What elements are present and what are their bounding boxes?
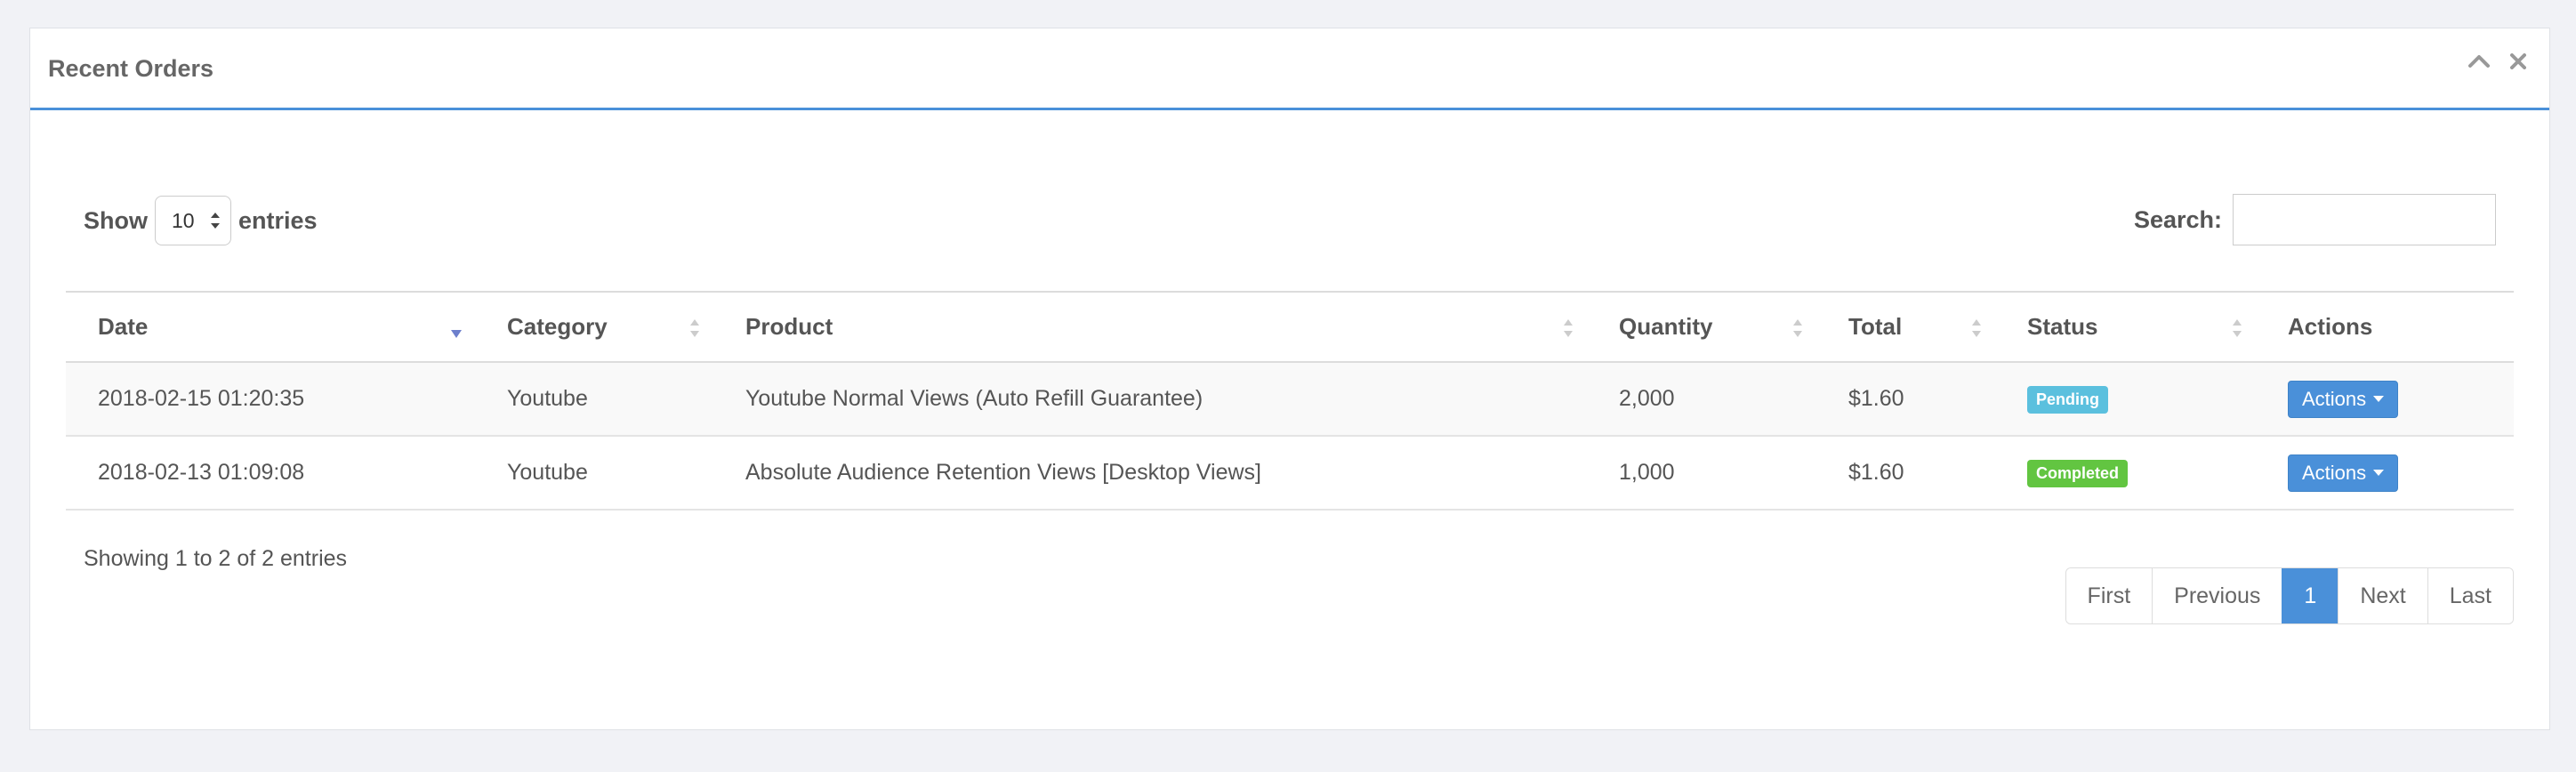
table-header-row: Date Category Product Quantity Total Sta… bbox=[66, 291, 2514, 363]
cell-actions: Actions bbox=[2256, 436, 2514, 511]
column-label: Quantity bbox=[1619, 313, 1713, 340]
table-row: 2018-02-15 01:20:35 Youtube Youtube Norm… bbox=[66, 362, 2514, 437]
pagination-previous[interactable]: Previous bbox=[2152, 568, 2282, 623]
column-header-category[interactable]: Category bbox=[475, 291, 713, 363]
column-label: Total bbox=[1848, 313, 1903, 340]
cell-category: Youtube bbox=[475, 436, 713, 511]
cell-date: 2018-02-15 01:20:35 bbox=[66, 362, 475, 437]
column-header-date[interactable]: Date bbox=[66, 291, 475, 363]
pagination-first[interactable]: First bbox=[2065, 568, 2153, 623]
actions-dropdown-button[interactable]: Actions bbox=[2288, 380, 2399, 418]
page-length-value: 10 bbox=[172, 208, 195, 232]
table-info: Showing 1 to 2 of 2 entries bbox=[84, 546, 348, 571]
sort-desc-icon bbox=[451, 330, 462, 338]
search-label: Search: bbox=[2133, 205, 2222, 233]
column-label: Actions bbox=[2288, 313, 2373, 340]
show-label: Show bbox=[84, 206, 148, 234]
status-badge: Pending bbox=[2027, 385, 2108, 414]
panel-tools bbox=[2466, 48, 2532, 75]
sort-icon bbox=[1972, 319, 1981, 337]
cell-product: Absolute Audience Retention Views [Deskt… bbox=[713, 436, 1587, 511]
search-control: Search: bbox=[2134, 194, 2496, 245]
status-badge: Completed bbox=[2027, 459, 2129, 487]
cell-status: Pending bbox=[1995, 362, 2256, 437]
table-row: 2018-02-13 01:09:08 Youtube Absolute Aud… bbox=[66, 436, 2514, 511]
column-header-product[interactable]: Product bbox=[713, 291, 1587, 363]
recent-orders-panel: Recent Orders Show 10 entries Search: Da… bbox=[29, 28, 2550, 730]
pagination-last[interactable]: Last bbox=[2427, 568, 2513, 623]
column-header-status[interactable]: Status bbox=[1995, 291, 2256, 363]
cell-quantity: 2,000 bbox=[1587, 362, 1816, 437]
select-arrows-icon bbox=[211, 213, 220, 229]
panel-body: Show 10 entries Search: Date Category Pr… bbox=[66, 110, 2514, 729]
sort-icon bbox=[690, 319, 699, 337]
close-icon[interactable] bbox=[2505, 48, 2532, 75]
column-label: Product bbox=[745, 313, 833, 340]
actions-button-label: Actions bbox=[2302, 461, 2367, 484]
column-label: Status bbox=[2027, 313, 2098, 340]
actions-button-label: Actions bbox=[2302, 387, 2367, 410]
column-header-actions: Actions bbox=[2256, 291, 2514, 363]
page-length-select[interactable]: 10 bbox=[155, 196, 231, 245]
orders-table: Date Category Product Quantity Total Sta… bbox=[66, 291, 2514, 511]
pagination-next[interactable]: Next bbox=[2338, 568, 2427, 623]
sort-icon bbox=[2233, 319, 2242, 337]
caret-down-icon bbox=[2373, 469, 2385, 476]
pagination-page-current[interactable]: 1 bbox=[2282, 568, 2339, 623]
actions-dropdown-button[interactable]: Actions bbox=[2288, 454, 2399, 492]
search-input[interactable] bbox=[2233, 194, 2496, 245]
cell-date: 2018-02-13 01:09:08 bbox=[66, 436, 475, 511]
pagination: First Previous 1 Next Last bbox=[2065, 567, 2514, 624]
sort-icon bbox=[1564, 319, 1573, 337]
entries-label: entries bbox=[238, 206, 318, 234]
cell-quantity: 1,000 bbox=[1587, 436, 1816, 511]
column-label: Category bbox=[507, 313, 608, 340]
sort-icon bbox=[1793, 319, 1802, 337]
column-header-quantity[interactable]: Quantity bbox=[1587, 291, 1816, 363]
cell-total: $1.60 bbox=[1816, 436, 1995, 511]
panel-title: Recent Orders bbox=[48, 55, 214, 82]
cell-status: Completed bbox=[1995, 436, 2256, 511]
caret-down-icon bbox=[2373, 395, 2385, 402]
page-length-control: Show 10 entries bbox=[84, 196, 318, 245]
column-header-total[interactable]: Total bbox=[1816, 291, 1995, 363]
cell-category: Youtube bbox=[475, 362, 713, 437]
column-label: Date bbox=[98, 313, 149, 340]
panel-header: Recent Orders bbox=[30, 28, 2549, 110]
cell-product: Youtube Normal Views (Auto Refill Guaran… bbox=[713, 362, 1587, 437]
cell-actions: Actions bbox=[2256, 362, 2514, 437]
cell-total: $1.60 bbox=[1816, 362, 1995, 437]
chevron-up-icon[interactable] bbox=[2466, 48, 2492, 75]
